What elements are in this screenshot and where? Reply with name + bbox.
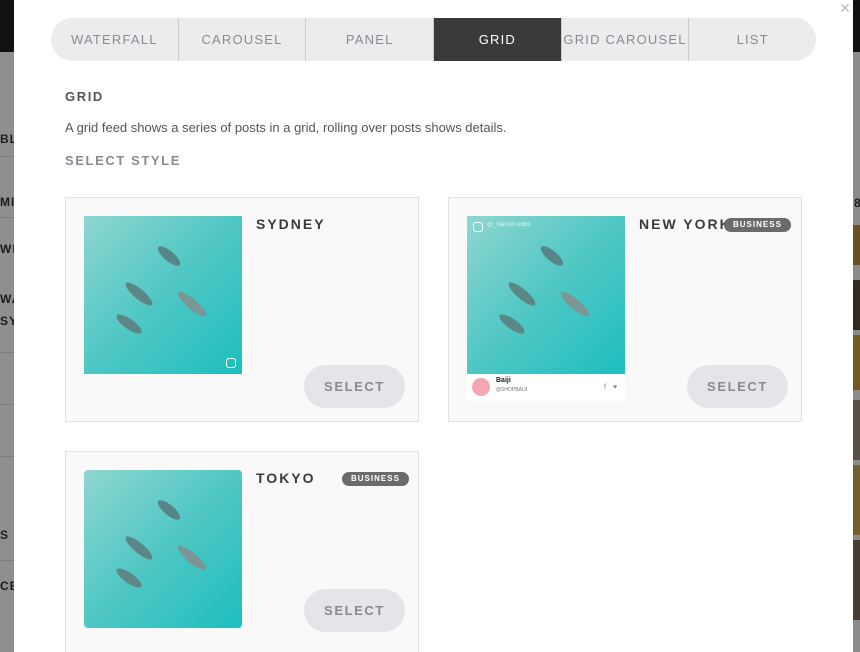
select-button[interactable]: SELECT bbox=[304, 589, 405, 632]
account-name: Baiji bbox=[496, 377, 511, 384]
twitter-icon: ♥ bbox=[613, 384, 618, 391]
avatar bbox=[472, 378, 490, 396]
style-picker-modal: ✕ WATERFALL CAROUSEL PANEL GRID GRID CAR… bbox=[14, 0, 853, 652]
style-name: SYDNEY bbox=[256, 216, 326, 232]
select-button[interactable]: SELECT bbox=[304, 365, 405, 408]
tab-panel[interactable]: PANEL bbox=[306, 18, 435, 61]
business-badge: BUSINESS bbox=[342, 472, 409, 486]
tab-list[interactable]: LIST bbox=[689, 18, 816, 61]
style-name: NEW YORK bbox=[639, 216, 732, 232]
preview-image bbox=[84, 470, 242, 628]
close-icon[interactable]: ✕ bbox=[838, 0, 852, 16]
preview-footer: Baiji @SHOPBAIJI f ♥ bbox=[467, 374, 625, 401]
preview-image: @_hamish.ebbs bbox=[467, 216, 625, 374]
preview-handle-overlay: @_hamish.ebbs bbox=[487, 222, 531, 228]
style-name: TOKYO bbox=[256, 470, 316, 486]
preview-image bbox=[84, 216, 242, 374]
tab-grid[interactable]: GRID bbox=[434, 18, 562, 61]
layout-tabs: WATERFALL CAROUSEL PANEL GRID GRID CAROU… bbox=[51, 18, 816, 61]
instagram-icon bbox=[226, 358, 236, 368]
tab-waterfall[interactable]: WATERFALL bbox=[51, 18, 179, 61]
instagram-icon bbox=[473, 222, 483, 232]
account-handle: @SHOPBAIJI bbox=[496, 387, 528, 393]
style-card-new-york: @_hamish.ebbs Baiji @SHOPBAIJI f ♥ NEW Y… bbox=[448, 197, 802, 422]
section-subtitle: SELECT STYLE bbox=[65, 153, 181, 168]
section-title: GRID bbox=[65, 89, 104, 104]
tab-grid-carousel[interactable]: GRID CAROUSEL bbox=[562, 18, 690, 61]
facebook-icon: f bbox=[604, 384, 606, 391]
style-card-tokyo: TOKYO BUSINESS SELECT bbox=[65, 451, 419, 652]
style-card-sydney: SYDNEY SELECT bbox=[65, 197, 419, 422]
select-button[interactable]: SELECT bbox=[687, 365, 788, 408]
business-badge: BUSINESS bbox=[724, 218, 791, 232]
section-description: A grid feed shows a series of posts in a… bbox=[65, 120, 507, 135]
tab-carousel[interactable]: CAROUSEL bbox=[179, 18, 307, 61]
